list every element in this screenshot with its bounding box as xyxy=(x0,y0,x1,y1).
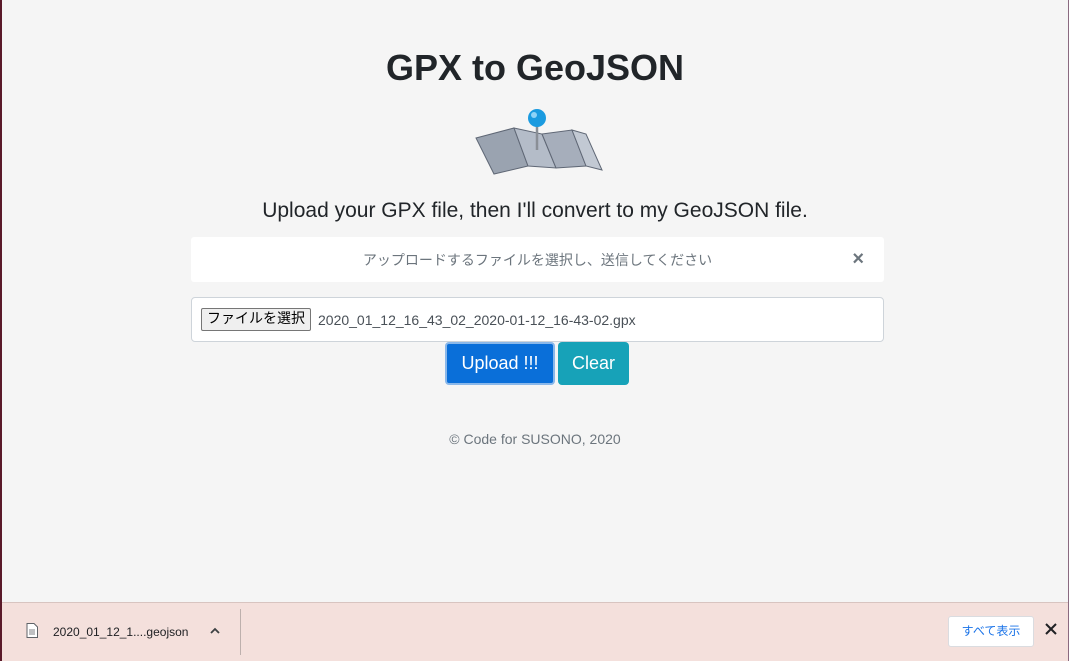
alert-close-icon[interactable]: × xyxy=(852,249,864,269)
page-title: GPX to GeoJSON xyxy=(385,47,685,88)
page-content: GPX to GeoJSON Upload your GPX file, the… xyxy=(2,0,1068,602)
alert-message: アップロードするファイルを選択し、送信してください xyxy=(362,252,713,268)
download-item[interactable]: 2020_01_12_1....geojson xyxy=(18,611,240,653)
upload-button[interactable]: Upload !!! xyxy=(445,342,555,385)
chevron-up-icon[interactable] xyxy=(208,624,222,638)
show-all-button[interactable]: すべて表示 xyxy=(948,616,1034,647)
close-icon[interactable] xyxy=(1044,622,1058,636)
choose-file-button[interactable]: ファイルを選択 xyxy=(201,308,311,331)
document-icon xyxy=(26,623,38,638)
shelf-divider xyxy=(240,609,241,655)
footer-copyright: © Code for SUSONO, 2020 xyxy=(449,431,621,447)
file-input-field[interactable]: ファイルを選択 2020_01_12_16_43_02_2020-01-12_1… xyxy=(191,297,884,342)
clear-button[interactable]: Clear xyxy=(558,342,629,385)
download-file-name: 2020_01_12_1....geojson xyxy=(53,625,189,639)
page-subtitle: Upload your GPX file, then I'll convert … xyxy=(262,199,808,222)
download-shelf: 2020_01_12_1....geojson すべて表示 xyxy=(2,602,1068,661)
selected-file-name: 2020_01_12_16_43_02_2020-01-12_16-43-02.… xyxy=(318,312,636,328)
map-pin-icon xyxy=(475,109,603,175)
browser-viewport: GPX to GeoJSON Upload your GPX file, the… xyxy=(0,0,1069,661)
info-alert: アップロードするファイルを選択し、送信してください × xyxy=(191,237,884,282)
